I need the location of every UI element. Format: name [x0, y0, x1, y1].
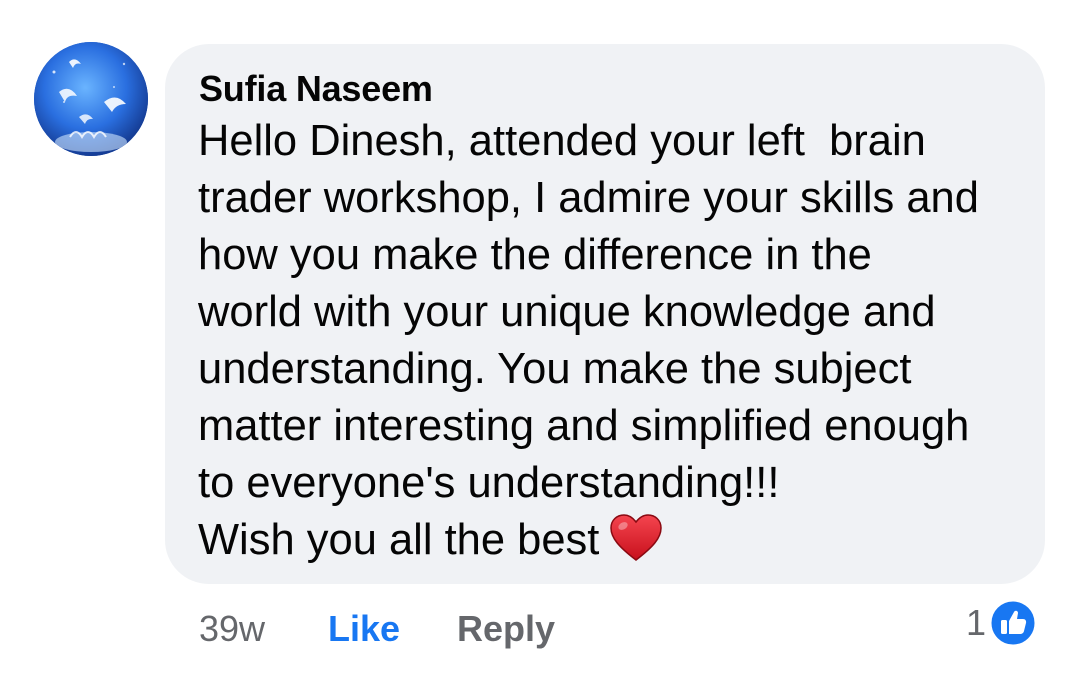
- comment-timestamp[interactable]: 39w: [199, 608, 265, 650]
- comment-line: trader workshop, I admire your skills an…: [198, 174, 979, 222]
- comment-line-text: Wish you all the best: [198, 516, 600, 564]
- comment-actions: 39w Like Reply 1: [0, 598, 1080, 658]
- like-button[interactable]: Like: [328, 608, 400, 650]
- comment-bubble: Sufia Naseem Hello Dinesh, attended your…: [165, 44, 1045, 584]
- like-reaction-icon: [990, 600, 1036, 646]
- comment-line-last: Wish you all the best: [198, 512, 1038, 569]
- comment-line: matter interesting and simplified enough: [198, 402, 970, 450]
- red-heart-icon: [609, 514, 663, 562]
- reaction-summary[interactable]: 1: [966, 598, 1036, 648]
- comment-line: understanding. You make the subject: [198, 345, 912, 393]
- comment-line: to everyone's understanding!!!: [198, 459, 780, 507]
- comment-line: world with your unique knowledge and: [198, 288, 936, 336]
- comment-author[interactable]: Sufia Naseem: [199, 68, 433, 110]
- reaction-count: 1: [966, 602, 987, 643]
- comment-text: Hello Dinesh, attended your left brain t…: [198, 113, 1038, 569]
- comment-line: Hello Dinesh, attended your left brain: [198, 117, 926, 165]
- avatar-image: [34, 42, 148, 156]
- comment-line: how you make the difference in the: [198, 231, 872, 279]
- reply-button[interactable]: Reply: [457, 608, 555, 650]
- avatar[interactable]: [34, 42, 148, 156]
